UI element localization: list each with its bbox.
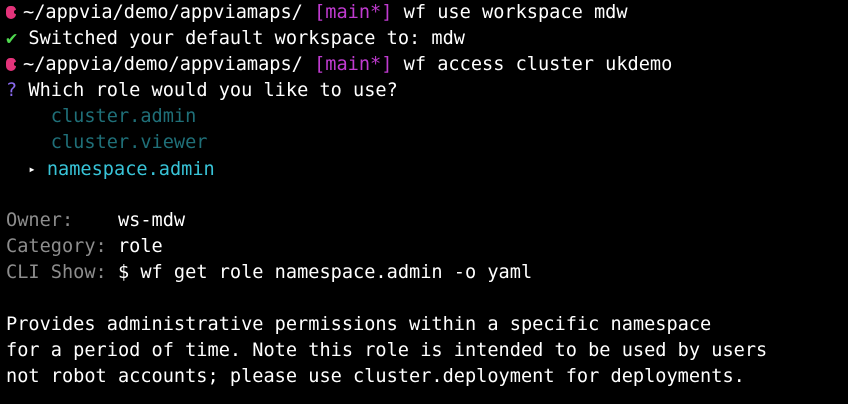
option-namespace-admin[interactable]: ▸ namespace.admin [0,156,848,182]
terminal-window[interactable]: ~/appvia/demo/appviamaps/ [main*] wf use… [0,0,848,404]
option-label: namespace.admin [46,159,215,180]
command-text: wf access cluster ukdemo [403,54,673,75]
option-cluster-viewer[interactable]: cluster.viewer [0,130,848,156]
option-label: cluster.admin [50,106,197,127]
owner-value: ws-mdw [117,210,186,231]
apple-icon [6,6,18,19]
question-text: Which role would you like to use? [28,80,398,101]
cli-show-label: CLI Show: [6,262,107,283]
success-message: Switched your default workspace to: mdw [28,28,465,49]
category-value: role [117,236,163,257]
prompt-line-2: ~/appvia/demo/appviamaps/ [main*] wf acc… [0,52,848,78]
owner-label: Owner: [6,210,74,231]
selector-arrow-icon: ▸ [28,162,36,176]
description-line: Provides administrative permissions with… [6,314,712,335]
cli-show-row: CLI Show: $ wf get role namespace.admin … [0,260,848,286]
git-branch: [main*] [314,2,393,23]
command-text: wf use workspace mdw [403,2,628,23]
success-line: ✔ Switched your default workspace to: md… [0,26,848,52]
option-label: cluster.viewer [50,132,208,153]
description-line: not robot accounts; please use cluster.d… [6,366,745,387]
apple-icon [6,58,18,71]
check-icon: ✔ [6,28,18,49]
owner-row: Owner: ws-mdw [0,208,848,234]
git-branch: [main*] [314,54,393,75]
category-row: Category: role [0,234,848,260]
option-cluster-admin[interactable]: cluster.admin [0,104,848,130]
question-mark-icon: ? [6,80,18,101]
prompt-path: ~/appvia/demo/appviamaps/ [23,54,303,75]
cli-show-value: $ wf get role namespace.admin -o yaml [117,262,533,283]
prompt-path: ~/appvia/demo/appviamaps/ [23,2,303,23]
description-line: for a period of time. Note this role is … [6,340,768,361]
question-line: ? Which role would you like to use? [0,78,848,104]
category-label: Category: [6,236,107,257]
prompt-line-1: ~/appvia/demo/appviamaps/ [main*] wf use… [0,0,848,26]
